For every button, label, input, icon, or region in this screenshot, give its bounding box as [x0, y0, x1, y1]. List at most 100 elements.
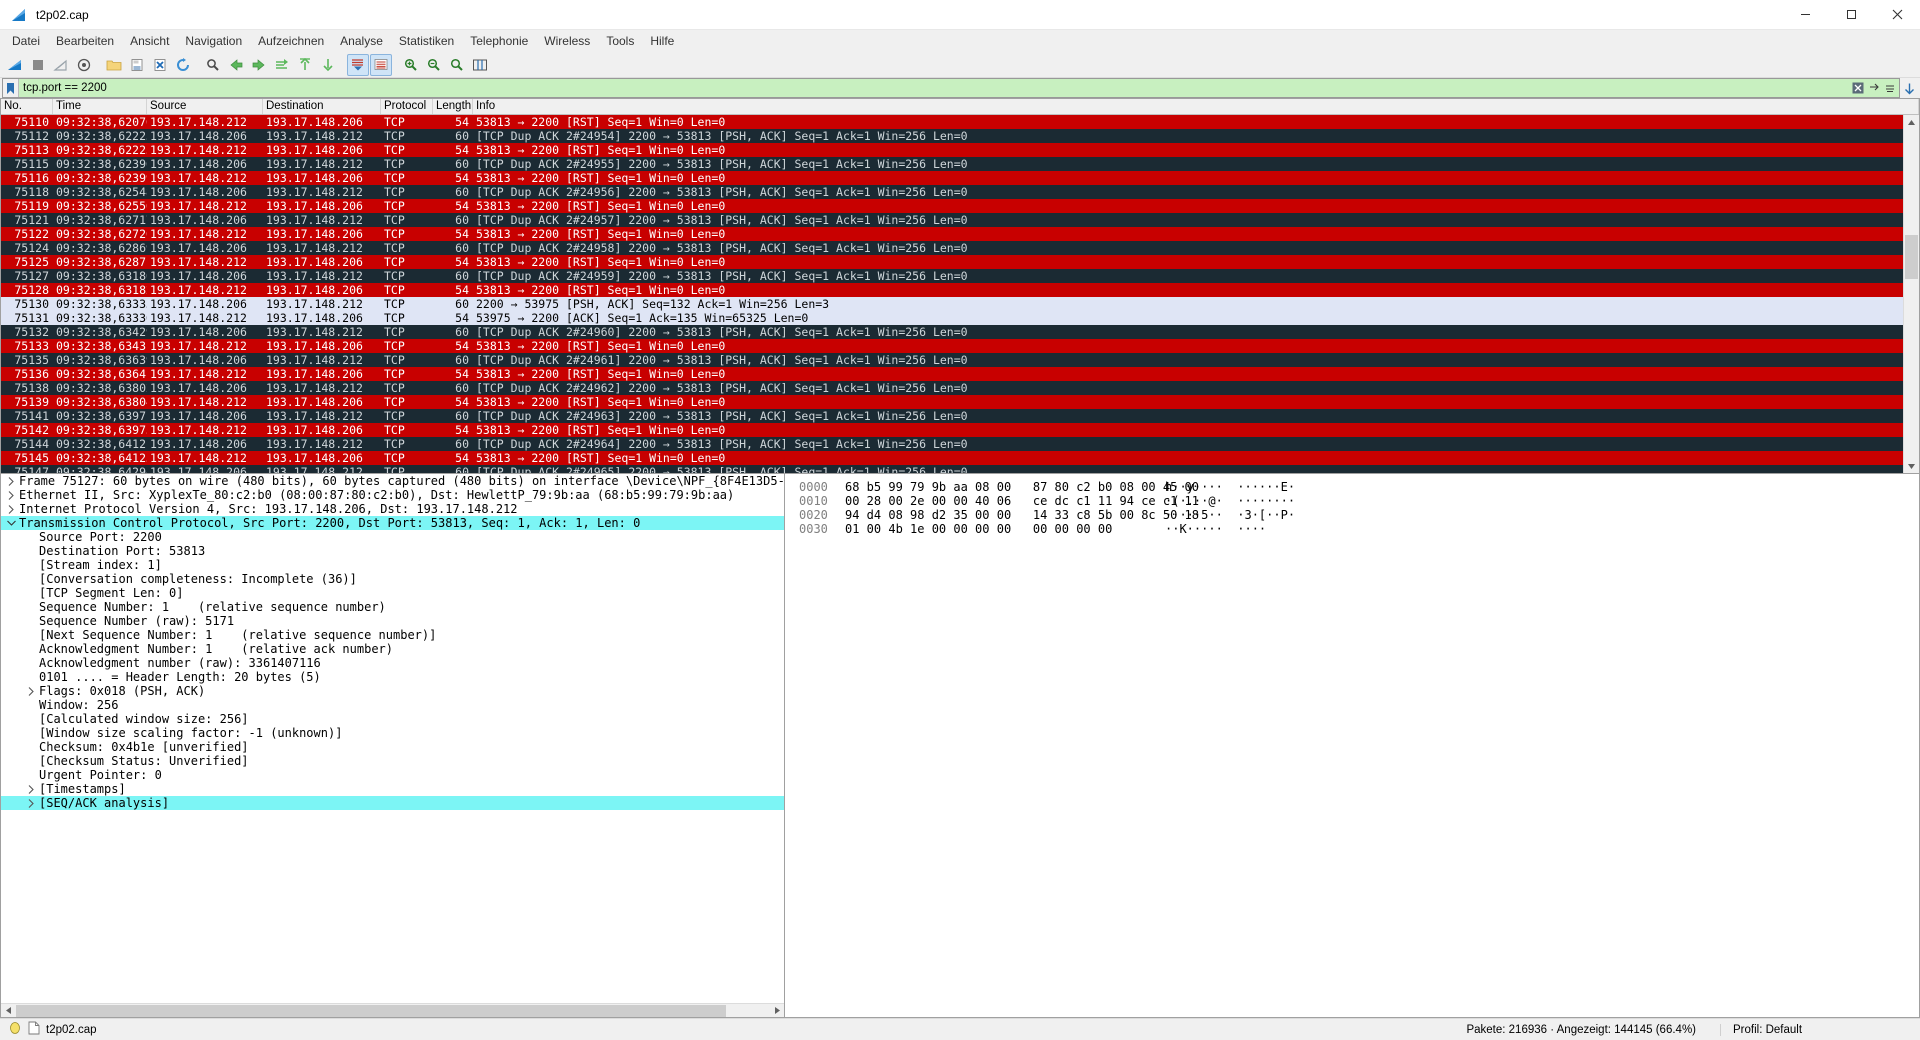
zoom-out-icon[interactable] [423, 54, 445, 76]
table-row[interactable]: 75116 09:32:38,623994193.17.148.212 193.17… [1, 171, 1919, 185]
go-to-first-icon[interactable] [294, 54, 316, 76]
colorize-icon[interactable] [370, 53, 392, 76]
table-row[interactable]: 75119 09:32:38,625507193.17.148.212 193.17… [1, 199, 1919, 213]
detail-tree-item[interactable]: Checksum: 0x4b1e [unverified] [1, 740, 784, 754]
packet-list-body[interactable]: 7511009:32:38,620768193.17.148.212193.17… [1, 115, 1919, 473]
details-hscroll-thumb[interactable] [16, 1005, 726, 1017]
detail-tree-item[interactable]: Transmission Control Protocol, Src Port:… [1, 516, 784, 530]
chevron-right-icon[interactable] [3, 476, 19, 486]
menu-item-telephonie[interactable]: Telephonie [462, 32, 536, 50]
table-row[interactable]: 75132 09:32:38,634291193.17.148.206 193.17… [1, 325, 1919, 339]
close-file-icon[interactable] [149, 54, 171, 76]
menu-item-tools[interactable]: Tools [598, 32, 642, 50]
capture-file-icon[interactable] [28, 1021, 40, 1038]
chevron-right-icon[interactable] [3, 504, 19, 514]
maximize-button[interactable] [1828, 0, 1874, 30]
table-row[interactable]: 75125 09:32:38,628717193.17.148.212 193.17… [1, 255, 1919, 269]
detail-tree-item[interactable]: Destination Port: 53813 [1, 544, 784, 558]
detail-tree-item[interactable]: [TCP Segment Len: 0] [1, 586, 784, 600]
hex-dump-row[interactable]: 0020 94 d4 08 98 d2 35 00 00 14 33 c8 5b … [799, 508, 1919, 522]
detail-tree-item[interactable]: Acknowledgment number (raw): 3361407116 [1, 656, 784, 670]
capture-options-icon[interactable] [73, 54, 95, 76]
chevron-right-icon[interactable] [23, 686, 39, 696]
column-header-destination[interactable]: Destination [263, 99, 381, 114]
close-button[interactable] [1874, 0, 1920, 30]
hex-dump-row[interactable]: 0000 68 b5 99 79 9b aa 08 00 87 80 c2 b0 … [799, 480, 1919, 494]
scroll-up-arrow[interactable] [1905, 115, 1918, 129]
table-row[interactable]: 75145 09:32:38,641230193.17.148.212 193.17… [1, 451, 1919, 465]
packet-list-scroll-thumb[interactable] [1905, 235, 1918, 279]
expert-info-icon[interactable] [8, 1021, 22, 1038]
resize-columns-icon[interactable] [469, 54, 491, 76]
go-to-last-icon[interactable] [317, 54, 339, 76]
table-row[interactable]: 75130 09:32:38,633334193.17.148.206 193.17… [1, 297, 1919, 311]
detail-tree-item[interactable]: [Checksum Status: Unverified] [1, 754, 784, 768]
filter-dropdown-icon[interactable] [1867, 81, 1881, 95]
go-back-icon[interactable] [225, 54, 247, 76]
packet-bytes-pane[interactable]: 0000 68 b5 99 79 9b aa 08 00 87 80 c2 b0 … [785, 473, 1920, 1018]
start-capture-icon[interactable] [4, 54, 26, 76]
auto-scroll-icon[interactable] [347, 53, 369, 76]
column-header-no[interactable]: No. [1, 99, 53, 114]
zoom-reset-icon[interactable] [446, 54, 468, 76]
table-row[interactable]: 75127 09:32:38,631809193.17.148.206 193.17… [1, 269, 1919, 283]
detail-tree-item[interactable]: Source Port: 2200 [1, 530, 784, 544]
menu-item-wireless[interactable]: Wireless [536, 32, 598, 50]
detail-tree-item[interactable]: [Calculated window size: 256] [1, 712, 784, 726]
table-row[interactable]: 75115 09:32:38,623969193.17.148.206 193.17… [1, 157, 1919, 171]
go-forward-icon[interactable] [248, 54, 270, 76]
detail-tree-item[interactable]: 0101 .... = Header Length: 20 bytes (5) [1, 670, 784, 684]
table-row[interactable]: 75110 09:32:38,620768193.17.148.212 193.17… [1, 115, 1919, 129]
reload-file-icon[interactable] [172, 54, 194, 76]
column-header-length[interactable]: Length [433, 99, 473, 114]
menu-item-analyse[interactable]: Analyse [332, 32, 391, 50]
table-row[interactable]: 75124 09:32:38,628693193.17.148.206 193.17… [1, 241, 1919, 255]
detail-tree-item[interactable]: Sequence Number: 1 (relative sequence nu… [1, 600, 784, 614]
table-row[interactable]: 75113 09:32:38,622255193.17.148.212 193.17… [1, 143, 1919, 157]
detail-tree-item[interactable]: [SEQ/ACK analysis] [1, 796, 784, 810]
chevron-right-icon[interactable] [3, 490, 19, 500]
hscroll-right-arrow[interactable] [770, 1004, 784, 1017]
chevron-right-icon[interactable] [23, 798, 39, 808]
packet-details-tree[interactable]: Frame 75127: 60 bytes on wire (480 bits)… [1, 474, 784, 1003]
menu-item-hilfe[interactable]: Hilfe [642, 32, 682, 50]
hex-dump-row[interactable]: 0030 01 00 4b 1e 00 00 00 00 00 00 00 00 ·… [799, 522, 1919, 536]
chevron-right-icon[interactable] [23, 784, 39, 794]
bookmark-icon[interactable] [3, 79, 19, 97]
status-profile[interactable]: Profil: Default [1720, 1023, 1920, 1036]
table-row[interactable]: 75112 09:32:38,622236193.17.148.206 193.17… [1, 129, 1919, 143]
table-row[interactable]: 75118 09:32:38,625484193.17.148.206 193.17… [1, 185, 1919, 199]
detail-tree-item[interactable]: [Conversation completeness: Incomplete (… [1, 572, 784, 586]
detail-tree-item[interactable]: [Next Sequence Number: 1 (relative seque… [1, 628, 784, 642]
find-packet-icon[interactable] [202, 54, 224, 76]
table-row[interactable]: 75141 09:32:38,639716193.17.148.206 193.17… [1, 409, 1919, 423]
hscroll-left-arrow[interactable] [1, 1004, 15, 1017]
minimize-button[interactable] [1782, 0, 1828, 30]
detail-tree-item[interactable]: [Timestamps] [1, 782, 784, 796]
detail-tree-item[interactable]: Acknowledgment Number: 1 (relative ack n… [1, 642, 784, 656]
menu-item-navigation[interactable]: Navigation [177, 32, 250, 50]
chevron-down-icon[interactable] [3, 520, 19, 526]
packet-list-scrollbar[interactable] [1903, 115, 1919, 473]
zoom-in-icon[interactable] [400, 54, 422, 76]
column-header-time[interactable]: Time [53, 99, 147, 114]
restart-capture-icon[interactable] [50, 54, 72, 76]
table-row[interactable]: 75121 09:32:38,627177193.17.148.206 193.17… [1, 213, 1919, 227]
clear-filter-icon[interactable] [1851, 81, 1865, 95]
menu-item-bearbeiten[interactable]: Bearbeiten [48, 32, 122, 50]
scroll-down-arrow[interactable] [1905, 459, 1918, 473]
table-row[interactable]: 75135 09:32:38,636395193.17.148.206 193.17… [1, 353, 1919, 367]
column-header-info[interactable]: Info [473, 99, 1919, 114]
menu-item-ansicht[interactable]: Ansicht [122, 32, 177, 50]
detail-tree-item[interactable]: [Stream index: 1] [1, 558, 784, 572]
detail-tree-item[interactable]: Window: 256 [1, 698, 784, 712]
save-file-icon[interactable] [126, 54, 148, 76]
detail-tree-item[interactable]: Internet Protocol Version 4, Src: 193.17… [1, 502, 784, 516]
detail-tree-item[interactable]: Sequence Number (raw): 5171 [1, 614, 784, 628]
stop-capture-icon[interactable] [27, 54, 49, 76]
table-row[interactable]: 75144 09:32:38,641215193.17.148.206 193.17… [1, 437, 1919, 451]
detail-tree-item[interactable]: [Window size scaling factor: -1 (unknown… [1, 726, 784, 740]
table-row[interactable]: 75142 09:32:38,639736193.17.148.212 193.17… [1, 423, 1919, 437]
detail-tree-item[interactable]: Flags: 0x018 (PSH, ACK) [1, 684, 784, 698]
table-row[interactable]: 75128 09:32:38,631829193.17.148.212 193.17… [1, 283, 1919, 297]
